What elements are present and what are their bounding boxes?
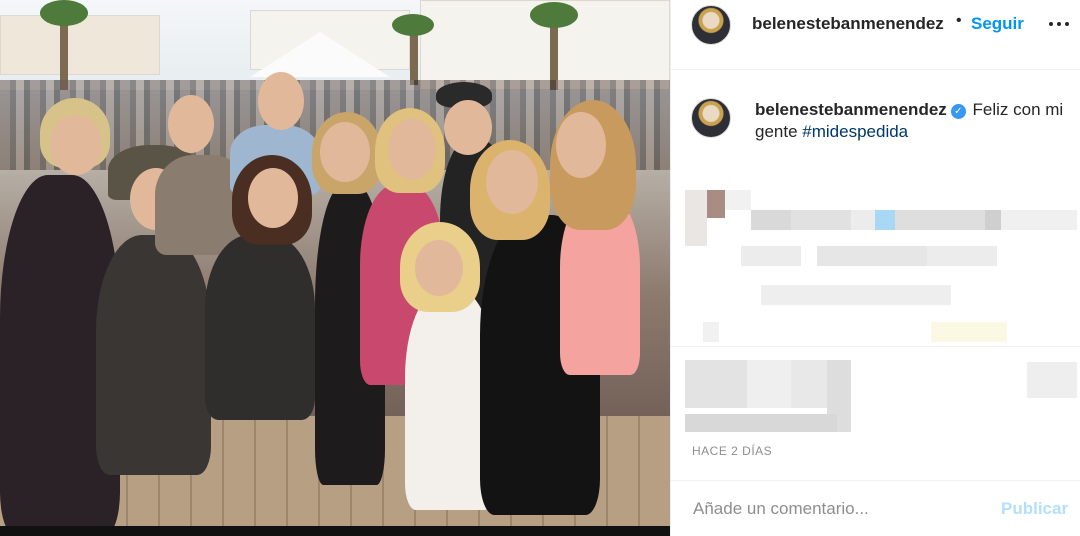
verified-badge-icon: ✓ [950, 104, 966, 119]
caption-avatar[interactable] [691, 98, 731, 138]
comment-input[interactable] [693, 497, 993, 521]
photo-palm-leaves [40, 0, 88, 26]
post-header: belenestebanmenendez • Seguir [671, 0, 1080, 70]
separator-dot: • [956, 12, 962, 29]
photo-face [248, 168, 298, 228]
photo-bottom-bar [0, 526, 670, 536]
blurred-comment [741, 246, 997, 266]
photo-person [96, 235, 211, 475]
post-caption: belenestebanmenendez ✓ Feliz con mi gente… [755, 99, 1071, 143]
blurred-comment [685, 190, 1015, 246]
caption-username[interactable]: belenestebanmenendez [755, 100, 947, 119]
blurred-comment [761, 285, 951, 305]
photo-face [388, 118, 436, 180]
post-side-panel: belenestebanmenendez • Seguir belenesteb… [670, 0, 1080, 536]
blurred-comment [703, 322, 719, 342]
photo-face [556, 112, 606, 178]
blurred-likes [685, 414, 837, 432]
instagram-post-window: belenestebanmenendez • Seguir belenesteb… [0, 0, 1080, 536]
photo-face [258, 72, 304, 130]
actions-divider [671, 346, 1080, 347]
photo-person [205, 235, 315, 420]
publish-button[interactable]: Publicar [1001, 499, 1068, 519]
post-timestamp[interactable]: HACE 2 DÍAS [692, 444, 772, 458]
blurred-comment [1001, 210, 1077, 230]
blurred-comment [931, 322, 1007, 342]
user-avatar[interactable] [691, 5, 731, 45]
photo-face [444, 100, 492, 155]
photo-face [486, 150, 538, 214]
photo-tent [250, 32, 390, 77]
photo-face [168, 95, 214, 153]
photo-face [50, 115, 102, 175]
blurred-likes [1027, 362, 1077, 398]
photo-palm-leaves [392, 14, 434, 36]
photo-face [320, 122, 370, 182]
photo-palm-leaves [530, 2, 578, 28]
header-username[interactable]: belenestebanmenendez [752, 14, 944, 34]
more-options-icon[interactable] [1046, 10, 1072, 36]
photo-building [0, 15, 160, 75]
photo-face [415, 240, 463, 296]
caption-hashtag[interactable]: #midespedida [802, 122, 908, 141]
post-photo[interactable] [0, 0, 670, 536]
follow-button[interactable]: Seguir [971, 14, 1024, 34]
comment-box: Publicar [671, 480, 1080, 536]
